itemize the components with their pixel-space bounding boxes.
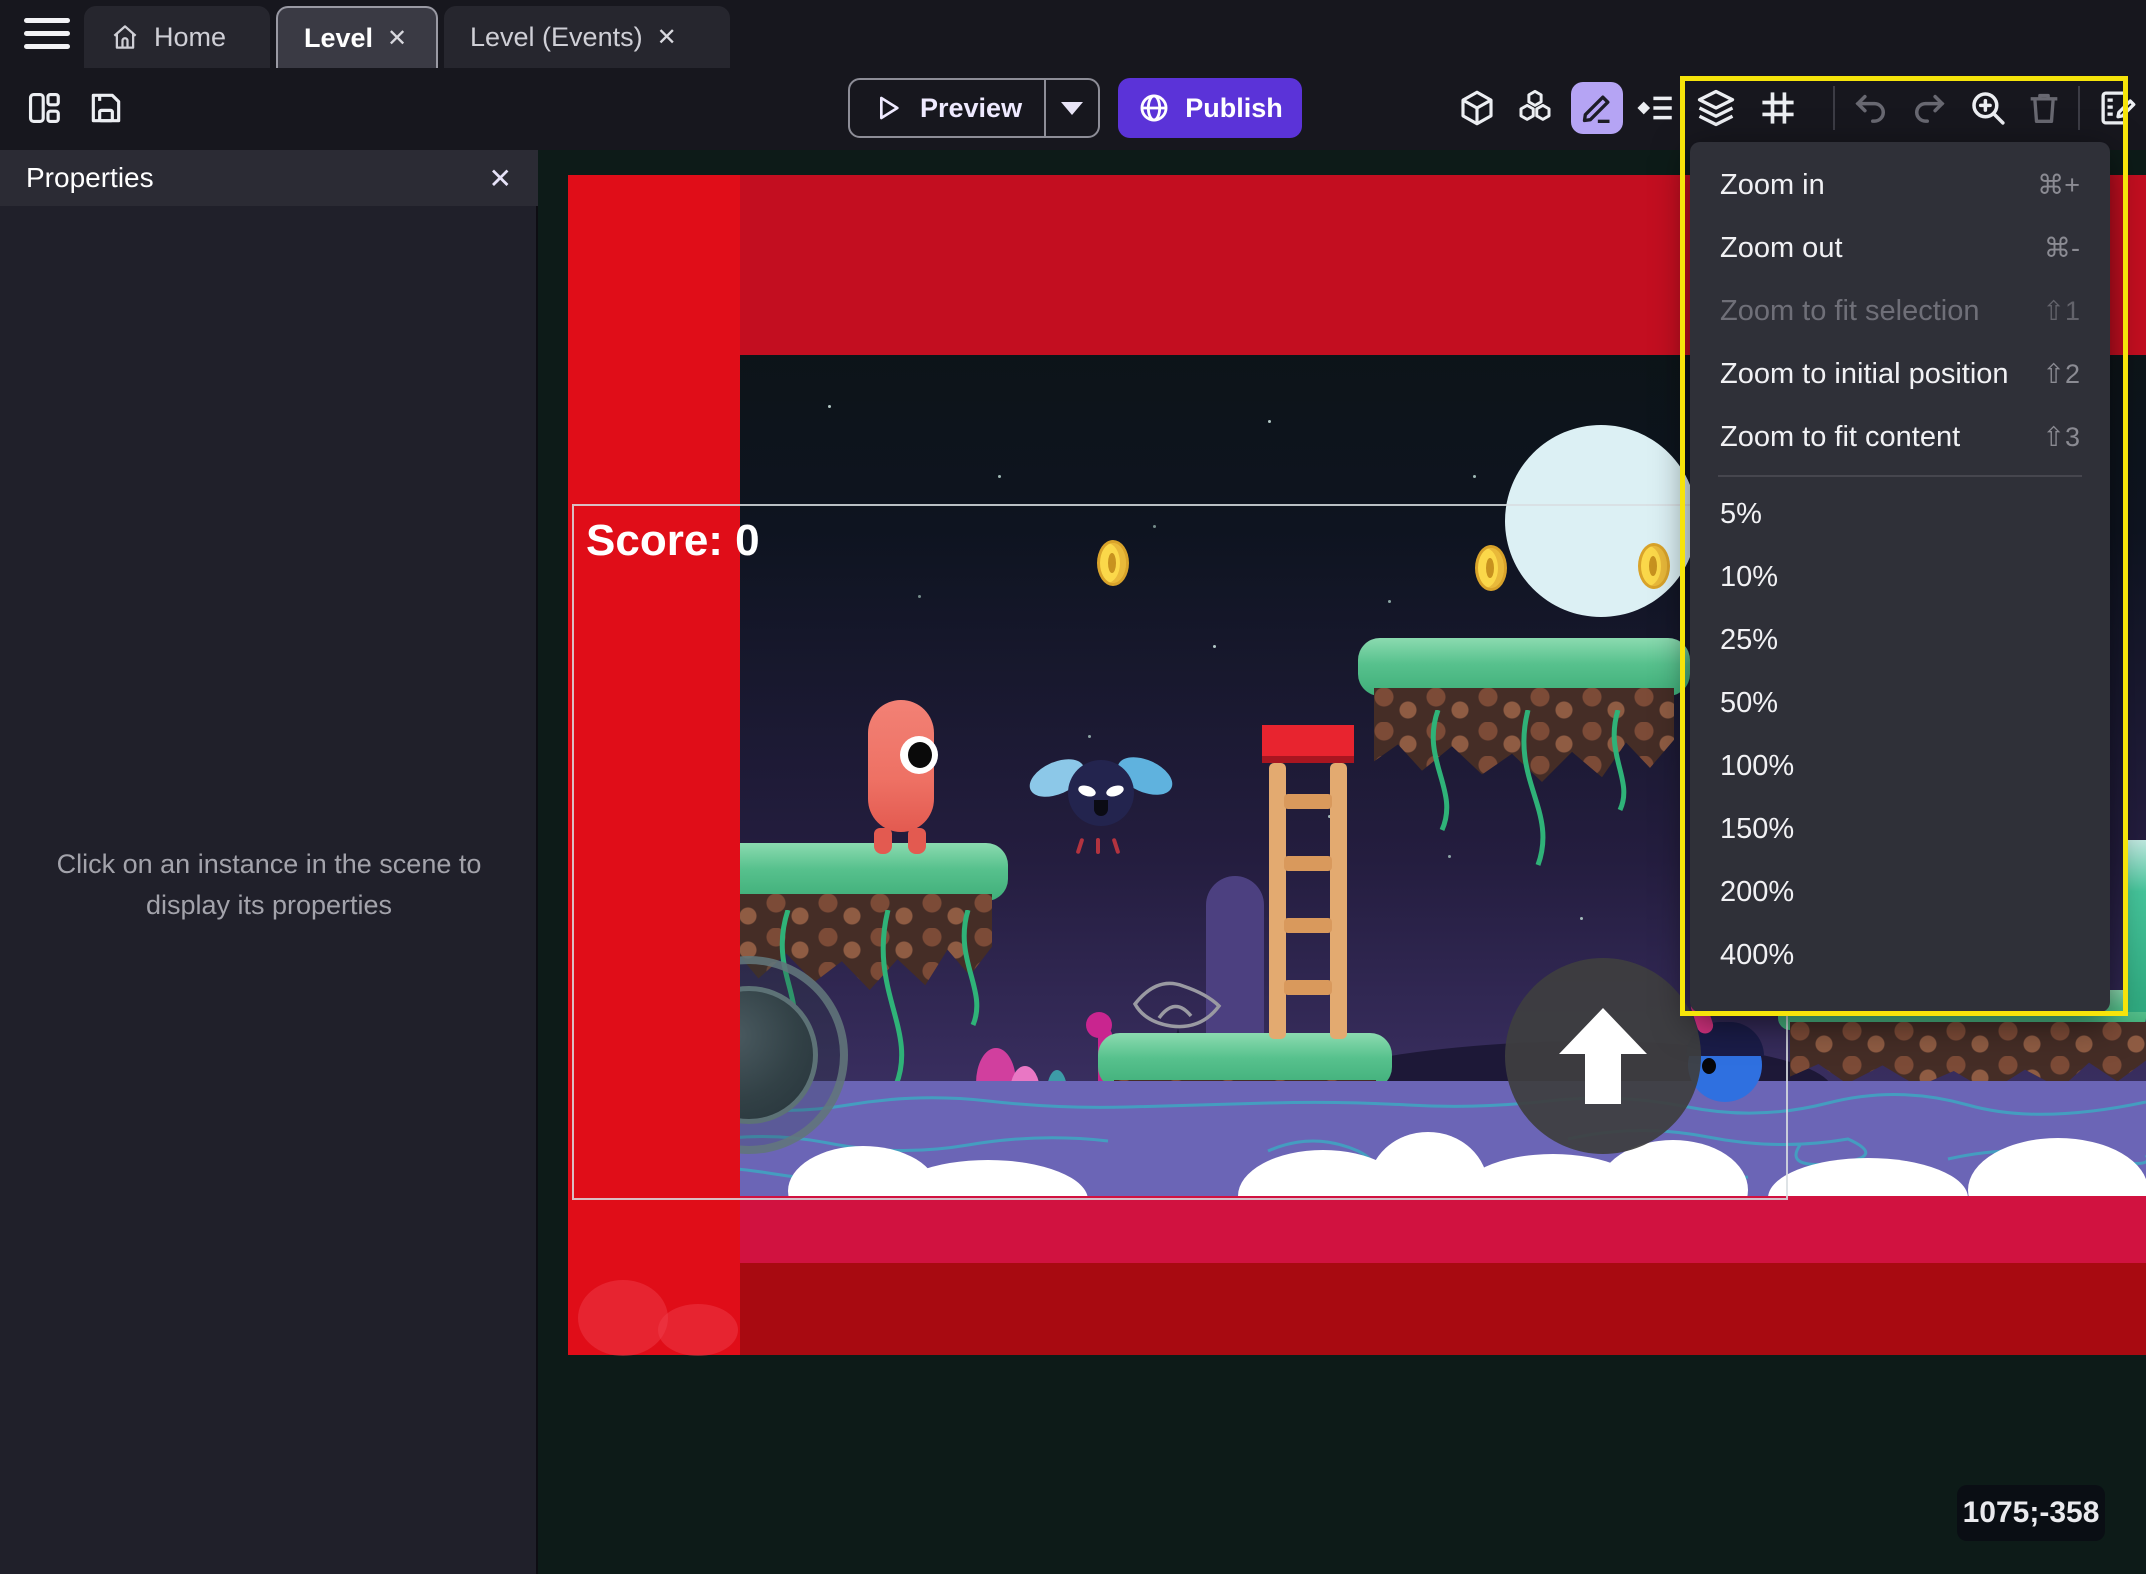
tab-level-events-label: Level (Events)	[470, 21, 643, 52]
menu-item-label: Zoom out	[1720, 232, 1843, 264]
menu-item-shortcut: ⌘+	[2037, 170, 2080, 200]
menu-item-150-[interactable]: 150%	[1690, 798, 2110, 861]
guide-stripe-dark	[740, 1263, 2146, 1355]
trash-icon	[2018, 82, 2070, 134]
menu-item-label: 25%	[1720, 624, 1779, 656]
menu-item-label: Zoom to fit content	[1720, 421, 1961, 453]
gdevelop-editor-window: Home Level ✕ Level (Events) ✕ Preview Pu…	[0, 0, 2146, 1574]
toolbar-divider	[2078, 86, 2080, 130]
guide-stripe-crimson	[740, 1196, 2146, 1263]
redo-icon	[1903, 82, 1955, 134]
preview-button-label: Preview	[920, 92, 1023, 123]
menu-item-10-[interactable]: 10%	[1690, 546, 2110, 609]
globe-icon	[1140, 94, 1168, 122]
tab-home[interactable]: Home	[84, 6, 270, 68]
menu-item-zoom-out[interactable]: Zoom out ⌘-	[1690, 217, 2110, 280]
menu-item-200-[interactable]: 200%	[1690, 861, 2110, 924]
tab-level-label: Level	[304, 22, 374, 53]
menu-item-label: 50%	[1720, 687, 1779, 719]
tab-home-label: Home	[154, 21, 227, 52]
preview-button[interactable]: Preview	[848, 78, 1100, 138]
menu-divider	[1718, 475, 2082, 477]
scene-notes-icon[interactable]	[2092, 82, 2144, 134]
properties-panel-header: Properties ✕	[0, 150, 538, 206]
objects-blocks-icon[interactable]	[1509, 82, 1561, 134]
menu-item-label: 5%	[1720, 498, 1762, 530]
properties-panel: Properties ✕ Click on an instance in the…	[0, 150, 538, 1574]
tab-bar: Home Level ✕ Level (Events) ✕	[0, 0, 2146, 68]
menu-item-label: Zoom in	[1720, 169, 1825, 201]
properties-empty-hint: Click on an instance in the scene to dis…	[56, 849, 482, 920]
preview-button-main[interactable]: Preview	[850, 80, 1044, 136]
menu-item-shortcut: ⇧2	[2042, 359, 2080, 389]
score-text-object[interactable]: Score: 0	[586, 516, 760, 566]
menu-item-zoom-in[interactable]: Zoom in ⌘+	[1690, 154, 2110, 217]
toolbar-divider	[1833, 86, 1835, 130]
menu-item-400-[interactable]: 400%	[1690, 924, 2110, 987]
properties-close-icon[interactable]: ✕	[489, 162, 512, 195]
menu-item-shortcut: ⌘-	[2044, 233, 2080, 263]
camera-border	[572, 504, 1788, 1200]
menu-item-50-[interactable]: 50%	[1690, 672, 2110, 735]
menu-item-label: 100%	[1720, 750, 1795, 782]
tab-level-events-close-icon[interactable]: ✕	[657, 23, 677, 52]
save-icon[interactable]	[80, 82, 132, 134]
zoom-menu: Zoom in ⌘+ Zoom out ⌘- Zoom to fit selection…	[1690, 142, 2110, 1012]
menu-item-25-[interactable]: 25%	[1690, 609, 2110, 672]
menu-item-zoom-to-initial-position[interactable]: Zoom to initial position ⇧2	[1690, 343, 2110, 406]
tab-level[interactable]: Level ✕	[276, 6, 438, 68]
zoom-in-icon[interactable]	[1962, 82, 2014, 134]
edit-pencil-icon[interactable]	[1571, 82, 1623, 134]
band-cloud-tint	[578, 1280, 668, 1356]
preview-options-button[interactable]	[1046, 80, 1098, 136]
toolbar: Preview Publish	[0, 68, 2146, 150]
play-icon	[880, 96, 899, 120]
menu-item-shortcut: ⇧3	[2042, 422, 2080, 452]
menu-item-label: 150%	[1720, 813, 1795, 845]
properties-panel-title: Properties	[26, 162, 154, 193]
tab-level-close-icon[interactable]: ✕	[387, 24, 407, 53]
menu-item-5-[interactable]: 5%	[1690, 483, 2110, 546]
cursor-coordinates-badge: 1075;-358	[1957, 1485, 2105, 1541]
menu-item-label: Zoom to initial position	[1720, 358, 2009, 390]
cube-3d-icon[interactable]	[1451, 82, 1503, 134]
grid-icon[interactable]	[1752, 82, 1804, 134]
menu-item-label: 10%	[1720, 561, 1779, 593]
menu-item-label: Zoom to fit selection	[1720, 295, 1980, 327]
publish-button-label: Publish	[1185, 92, 1283, 123]
tab-level-events[interactable]: Level (Events) ✕	[444, 6, 730, 68]
layout-panels-icon[interactable]	[18, 82, 70, 134]
menu-item-shortcut: ⇧1	[2042, 296, 2080, 326]
home-icon	[113, 25, 137, 49]
chevron-down-icon	[1060, 101, 1083, 115]
undo-icon	[1845, 82, 1897, 134]
platform-edge-sliver	[2126, 840, 2146, 1012]
menu-item-100-[interactable]: 100%	[1690, 735, 2110, 798]
menu-item-zoom-to-fit-content[interactable]: Zoom to fit content ⇧3	[1690, 406, 2110, 469]
menu-item-zoom-to-fit-selection: Zoom to fit selection ⇧1	[1690, 280, 2110, 343]
band-cloud-tint	[658, 1304, 738, 1356]
main-menu-icon[interactable]	[24, 18, 70, 50]
menu-item-label: 400%	[1720, 939, 1795, 971]
layers-icon[interactable]	[1690, 82, 1742, 134]
menu-item-label: 200%	[1720, 876, 1795, 908]
instances-list-icon[interactable]	[1630, 82, 1682, 134]
publish-button[interactable]: Publish	[1118, 78, 1302, 138]
